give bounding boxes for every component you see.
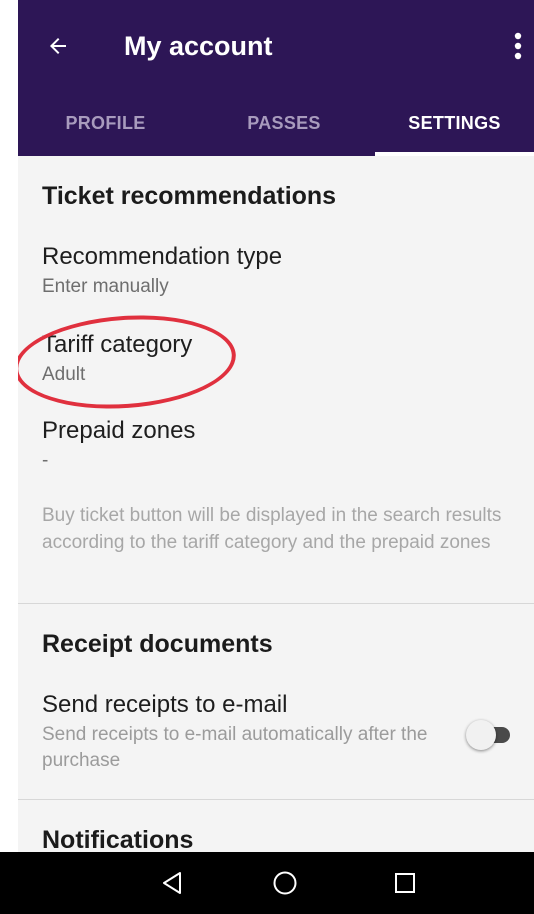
tab-profile[interactable]: PROFILE	[18, 90, 193, 156]
prepaid-zones-label: Prepaid zones	[42, 417, 196, 444]
highlight-annotation-circle	[18, 308, 239, 416]
settings-content: Ticket recommendations Recommendation ty…	[18, 156, 534, 854]
recommendation-type-label: Recommendation type	[42, 243, 283, 270]
system-navigation-bar	[0, 852, 534, 914]
circle-home-icon	[273, 871, 297, 895]
tab-settings[interactable]: SETTINGS	[375, 90, 534, 156]
app-window: My account PROFILE PASSES SETTINGS Ticke…	[18, 0, 534, 914]
send-receipts-label: Send receipts to e-mail	[42, 691, 288, 718]
send-receipts-description: Send receipts to e-mail automatically af…	[42, 724, 428, 771]
divider	[18, 603, 534, 604]
divider	[18, 799, 534, 800]
tab-passes[interactable]: PASSES	[193, 90, 375, 156]
prepaid-zones-value: -	[42, 450, 49, 471]
nav-back-button[interactable]	[132, 852, 212, 914]
buy-ticket-hint: Buy ticket button will be displayed in t…	[42, 505, 502, 553]
nav-recents-button[interactable]	[365, 852, 445, 914]
prepaid-zones-item[interactable]: Prepaid zones -	[42, 416, 512, 474]
triangle-back-icon	[163, 872, 181, 894]
recommendation-type-item[interactable]: Recommendation type Enter manually	[42, 242, 512, 300]
overflow-menu-button[interactable]	[506, 26, 530, 66]
back-button[interactable]	[36, 24, 80, 68]
toggle-thumb	[466, 720, 496, 750]
square-recents-icon	[395, 873, 415, 893]
section-ticket-recommendations: Ticket recommendations	[42, 182, 337, 210]
more-vertical-icon	[514, 32, 522, 60]
arrow-left-icon	[50, 38, 66, 54]
toolbar: My account	[18, 0, 534, 90]
app-bar: My account PROFILE PASSES SETTINGS	[18, 0, 534, 156]
nav-home-button[interactable]	[245, 852, 325, 914]
send-receipts-item[interactable]: Send receipts to e-mail Send receipts to…	[42, 690, 442, 774]
tab-bar: PROFILE PASSES SETTINGS	[18, 90, 534, 156]
send-receipts-toggle[interactable]	[466, 720, 512, 750]
recommendation-type-value: Enter manually	[42, 276, 169, 297]
screen: My account PROFILE PASSES SETTINGS Ticke…	[0, 0, 534, 914]
section-receipt-documents: Receipt documents	[42, 630, 273, 658]
section-notifications: Notifications	[42, 826, 194, 854]
page-title: My account	[124, 31, 273, 61]
